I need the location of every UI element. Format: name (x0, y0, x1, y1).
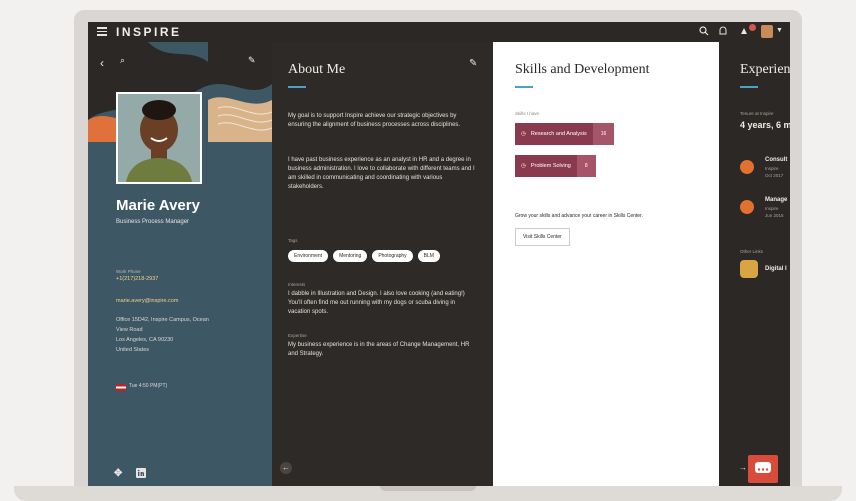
address-line-3: Los Angeles, CA 90230 (116, 337, 174, 343)
chevron-down-icon[interactable]: ▼ (776, 27, 783, 34)
tags-label: Tags (288, 238, 298, 243)
linkedin-icon[interactable] (136, 468, 146, 481)
skill-count: 8 (576, 155, 596, 177)
role-icon (740, 160, 754, 174)
skills-panel: Skills and Development Skills I have ◷ Re… (493, 42, 719, 486)
chat-button[interactable] (748, 455, 778, 483)
collapse-arrow-icon[interactable]: ← (280, 462, 292, 474)
digital-link-icon (740, 260, 758, 278)
edit-icon[interactable]: ✎ (469, 58, 477, 69)
tenure-label: Tenure at Inspire (740, 111, 774, 116)
role-date: Jun 2015 (765, 213, 784, 218)
clock-icon: ◷ (521, 131, 526, 137)
back-chevron-icon[interactable]: ‹ (100, 56, 104, 70)
skill-item[interactable]: ◷ Research and Analysis 16 (515, 123, 615, 145)
search-icon[interactable]: ⌕ (120, 55, 125, 66)
brand-logo[interactable]: INSPIRE (116, 25, 182, 39)
tag-chip[interactable]: Photography (372, 250, 413, 262)
skill-count: 16 (592, 123, 615, 145)
slack-icon[interactable]: ✥ (114, 468, 122, 479)
visit-skills-center-button[interactable]: Visit Skills Center (515, 228, 570, 246)
tag-chip[interactable]: BLM (417, 250, 440, 262)
skill-item[interactable]: ◷ Problem Solving 8 (515, 155, 596, 177)
laptop-notch (380, 486, 476, 491)
tag-chip[interactable]: Environment (288, 250, 329, 262)
us-flag-icon (116, 384, 126, 391)
work-phone[interactable]: +1(217)218-2937 (116, 275, 158, 283)
title-underline (740, 86, 758, 88)
tenure-value: 4 years, 6 m (740, 120, 790, 130)
experience-panel: Experien Tenure at Inspire 4 years, 6 m … (719, 42, 790, 486)
address-line-1: Office 15D42, Inspire Campus, Ocean (116, 317, 209, 323)
skills-grow-text: Grow your skills and advance your career… (515, 213, 643, 219)
arrow-right-icon[interactable]: → (739, 463, 747, 472)
role-icon (740, 200, 754, 214)
email-link[interactable]: marie.avery@inspire.com (116, 297, 178, 305)
tag-list: Environment Mentoring Photography BLM (288, 250, 440, 262)
avatar[interactable] (761, 25, 773, 38)
about-me-title: About Me (288, 62, 346, 77)
menu-icon[interactable] (97, 27, 107, 36)
about-paragraph-1: My goal is to support Inspire achieve ou… (288, 113, 461, 128)
profile-photo (116, 92, 202, 184)
skills-title: Skills and Development (515, 62, 650, 77)
title-underline (515, 86, 533, 88)
about-paragraph-2: I have past business experience as an an… (288, 157, 475, 190)
interests-label: Interests (288, 282, 306, 287)
notification-badge (749, 24, 756, 31)
search-icon[interactable] (699, 26, 709, 39)
alert-icon[interactable] (739, 26, 749, 39)
tag-chip[interactable]: Mentoring (333, 250, 368, 262)
address-line-2: View Road (116, 327, 143, 333)
role-title[interactable]: Consult (765, 157, 787, 163)
profile-job-title: Business Process Manager (116, 219, 190, 225)
profile-panel: ‹ ⌕ ✎ Marie Avery Business Process Manag… (88, 42, 272, 486)
skill-name: Problem Solving (530, 163, 571, 169)
skill-name: Research and Analysis (530, 131, 587, 137)
about-me-panel: About Me ✎ My goal is to support Inspire… (272, 42, 493, 486)
local-time: Tue 4:50 PM(PT) (129, 383, 168, 389)
interests-text: I dabble in Illustration and Design. I a… (288, 291, 465, 315)
clock-icon: ◷ (521, 163, 526, 169)
skills-label: Skills I have (515, 111, 540, 116)
expertise-text: My business experience is in the areas o… (288, 342, 470, 357)
role-company: Inspire (765, 206, 779, 211)
experience-title: Experien (740, 62, 790, 77)
role-title[interactable]: Manage (765, 197, 787, 203)
app-screen: INSPIRE ▼ ‹ ⌕ ✎ Marie Avery Business Pro… (88, 22, 790, 486)
other-link[interactable]: Digital I (765, 266, 787, 272)
chat-icon (755, 462, 771, 473)
title-underline (288, 86, 306, 88)
role-date: Oct 2017 (765, 173, 784, 178)
address-line-4: United States (116, 347, 150, 353)
top-bar: INSPIRE ▼ (88, 22, 790, 42)
role-company: Inspire (765, 166, 779, 171)
other-links-label: Other Links (740, 249, 764, 254)
edit-icon[interactable]: ✎ (248, 55, 256, 66)
profile-name: Marie Avery (116, 197, 200, 214)
expertise-label: Expertise (288, 333, 307, 338)
notifications-icon[interactable] (718, 26, 728, 39)
